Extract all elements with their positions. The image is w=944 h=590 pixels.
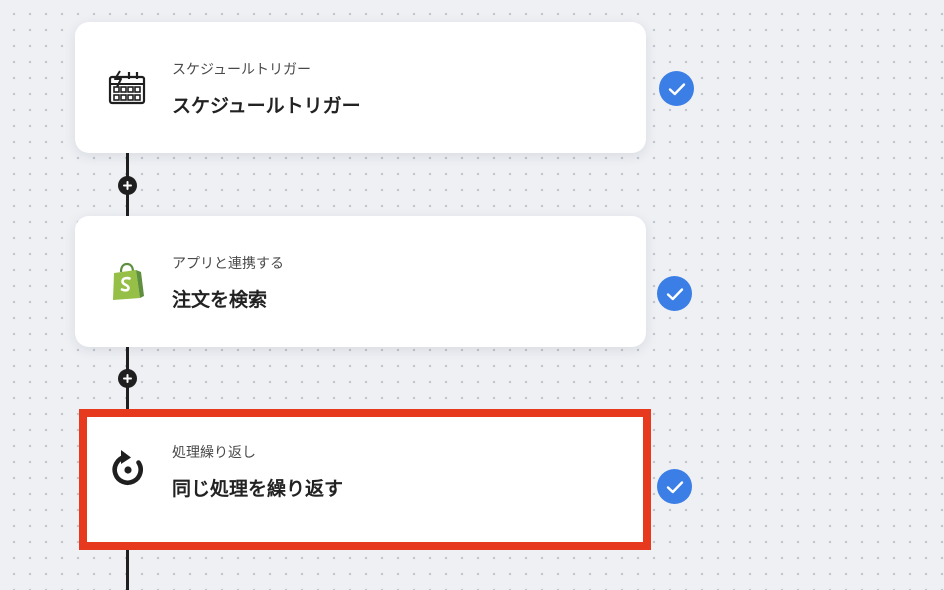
flow-step-card[interactable]: 処理繰り返し 同じ処理を繰り返す	[79, 409, 651, 550]
repeat-icon	[108, 448, 148, 488]
plus-icon	[123, 181, 132, 190]
add-step-button[interactable]	[118, 176, 137, 195]
step-type-label: アプリと連携する	[172, 256, 284, 272]
flow-canvas: スケジュールトリガー スケジュールトリガー アプリと連携する 注文を検索 処理繰…	[0, 0, 944, 590]
shopify-icon	[107, 262, 147, 302]
completed-check-icon	[657, 276, 692, 311]
flow-step-card[interactable]: スケジュールトリガー スケジュールトリガー	[75, 22, 646, 153]
add-step-button[interactable]	[118, 369, 137, 388]
completed-check-icon	[657, 469, 692, 504]
step-title: スケジュールトリガー	[172, 95, 361, 117]
step-type-label: 処理繰り返し	[172, 445, 256, 461]
flow-step-card[interactable]: アプリと連携する 注文を検索	[75, 216, 646, 347]
schedule-trigger-icon	[107, 68, 147, 108]
step-type-label: スケジュールトリガー	[172, 62, 312, 78]
connector-line	[126, 549, 129, 590]
plus-icon	[123, 374, 132, 383]
step-title: 同じ処理を繰り返す	[172, 478, 344, 500]
step-title: 注文を検索	[172, 289, 268, 311]
completed-check-icon	[659, 71, 694, 106]
